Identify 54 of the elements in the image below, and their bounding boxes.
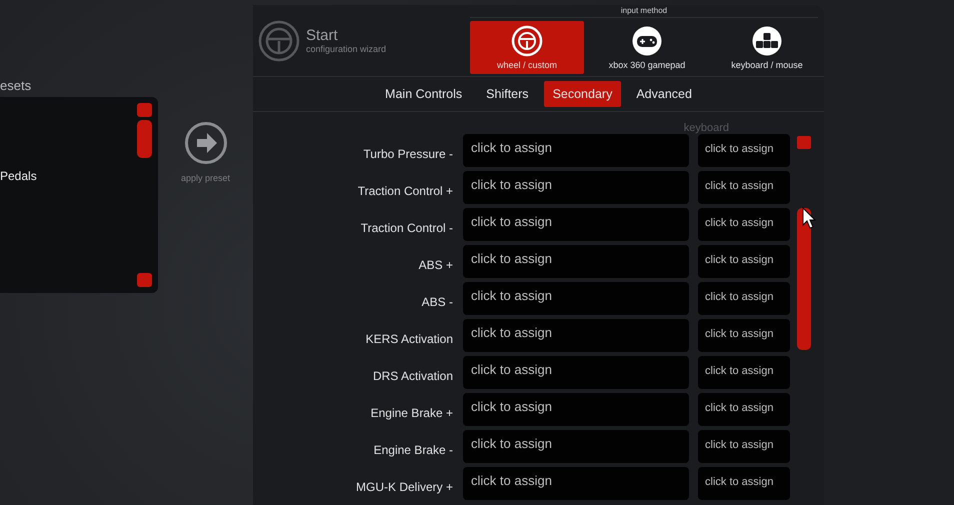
arrow-keys-icon bbox=[751, 25, 783, 57]
assign-field[interactable]: click to assign bbox=[463, 282, 689, 315]
control-label: Engine Brake + bbox=[370, 405, 453, 420]
input-method-button[interactable]: xbox 360 gamepad bbox=[590, 21, 704, 74]
tab[interactable]: Main Controls bbox=[376, 81, 472, 107]
control-label: MGU-K Delivery + bbox=[354, 479, 453, 494]
wizard-title: Start bbox=[306, 27, 339, 44]
control-label: Turbo Pressure - bbox=[362, 146, 453, 161]
keyboard-assign-field[interactable]: click to assign bbox=[698, 208, 790, 241]
control-label: KERS Activation bbox=[364, 331, 453, 346]
assign-field[interactable]: click to assign bbox=[463, 467, 689, 500]
control-label: DRS Activation bbox=[372, 368, 453, 383]
gamepad-icon bbox=[631, 25, 663, 57]
assign-field[interactable]: click to assign bbox=[463, 319, 689, 352]
control-label: Traction Control - bbox=[360, 220, 453, 235]
mouse-cursor-icon bbox=[802, 207, 816, 229]
column-header: keyboard bbox=[684, 122, 729, 134]
input-method-button[interactable]: keyboard / mouse bbox=[710, 21, 824, 74]
scroll-up-button[interactable] bbox=[137, 103, 152, 117]
keyboard-assign-field[interactable]: click to assign bbox=[698, 467, 790, 500]
steering-wheel-icon[interactable] bbox=[258, 20, 300, 62]
keyboard-assign-field[interactable]: click to assign bbox=[698, 171, 790, 204]
assign-field[interactable]: click to assign bbox=[463, 245, 689, 278]
keyboard-assign-field[interactable]: click to assign bbox=[698, 393, 790, 426]
scrollbar-thumb[interactable] bbox=[797, 208, 811, 350]
keyboard-assign-field[interactable]: click to assign bbox=[698, 245, 790, 278]
control-label: Traction Control + bbox=[356, 183, 453, 198]
input-method-label: input method bbox=[470, 5, 818, 18]
tab[interactable]: Advanced bbox=[627, 81, 701, 107]
assign-field[interactable]: click to assign bbox=[463, 171, 689, 204]
input-method-button[interactable]: wheel / custom bbox=[470, 21, 584, 74]
tab[interactable]: Secondary bbox=[544, 81, 622, 107]
tab[interactable]: Shifters bbox=[477, 81, 538, 107]
keyboard-assign-field[interactable]: click to assign bbox=[698, 356, 790, 389]
keyboard-assign-field[interactable]: click to assign bbox=[698, 134, 790, 167]
assign-field[interactable]: click to assign bbox=[463, 393, 689, 426]
presets-title: esets bbox=[0, 78, 32, 95]
assign-field[interactable]: click to assign bbox=[463, 208, 689, 241]
apply-preset-label: apply preset bbox=[180, 173, 230, 183]
keyboard-assign-field[interactable]: click to assign bbox=[698, 319, 790, 352]
keyboard-assign-field[interactable]: click to assign bbox=[698, 282, 790, 315]
wizard-subtitle: configuration wizard bbox=[306, 44, 386, 54]
assign-field[interactable]: click to assign bbox=[463, 430, 689, 463]
keyboard-assign-field[interactable]: click to assign bbox=[698, 430, 790, 463]
assign-field[interactable]: click to assign bbox=[463, 356, 689, 389]
scroll-down-button[interactable] bbox=[137, 273, 152, 287]
control-label: ABS + bbox=[418, 257, 453, 272]
arrow-circle-icon[interactable] bbox=[184, 121, 228, 165]
assign-field[interactable]: click to assign bbox=[463, 134, 689, 167]
preset-item[interactable]: Pedals bbox=[0, 169, 137, 183]
steering-wheel-icon bbox=[511, 25, 543, 57]
scrollbar-thumb[interactable] bbox=[137, 120, 152, 158]
control-label: ABS - bbox=[420, 294, 453, 309]
control-label: Engine Brake - bbox=[372, 442, 453, 457]
